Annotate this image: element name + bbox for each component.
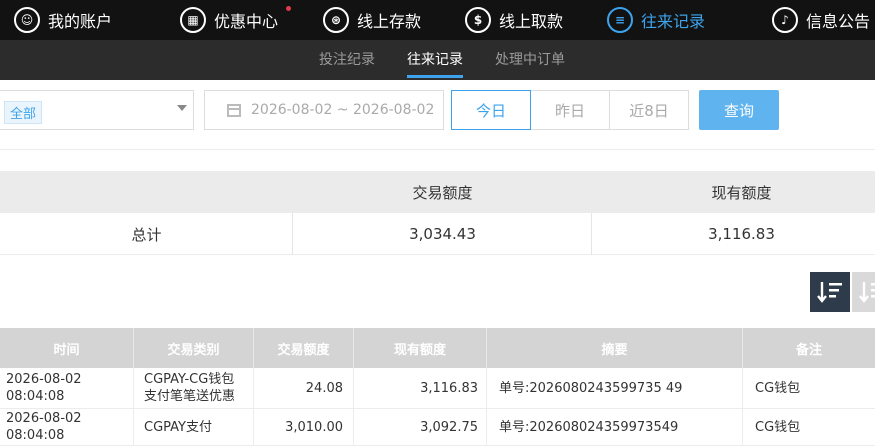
calendar-icon	[227, 103, 241, 117]
date-range-text: 2026-08-02 ~ 2026-08-02	[251, 102, 435, 118]
selected-type-tag: 全部	[4, 101, 43, 124]
cell-note: CG钱包	[755, 380, 801, 396]
nav-label: 优惠中心	[214, 12, 279, 31]
tab-bet-records[interactable]: 投注纪录	[319, 40, 375, 80]
range-yesterday-button[interactable]: 昨日	[530, 90, 610, 130]
col-note: 备注	[795, 342, 822, 358]
cell-summary: 单号:202608024359973549	[487, 409, 743, 445]
nav-promotions[interactable]: ▦ 优惠中心	[180, 0, 278, 40]
nav-deposit[interactable]: ⊛ 线上存款	[323, 0, 421, 40]
records-icon: ≡	[607, 7, 633, 33]
summary-row: 总计 3,034.43 3,116.83	[0, 213, 875, 255]
chevron-down-icon	[177, 105, 187, 111]
sort-desc-button[interactable]	[810, 272, 850, 312]
notification-dot	[286, 6, 291, 11]
bell-icon: ♪	[772, 7, 798, 33]
nav-announcements[interactable]: ♪ 信息公告	[772, 0, 870, 40]
summary-total-balance: 3,116.83	[708, 225, 775, 243]
cell-note: CG钱包	[755, 419, 801, 435]
col-type: 交易类别	[134, 328, 254, 368]
nav-withdraw[interactable]: $ 线上取款	[465, 0, 563, 40]
table-row: 2026-08-02 08:04:08 CGPAY-CG钱包支付笔笔送优惠 24…	[0, 368, 875, 409]
nav-label: 线上取款	[499, 12, 564, 31]
gift-icon: ▦	[180, 7, 206, 33]
col-amount: 交易额度	[254, 328, 354, 368]
sort-asc-button[interactable]	[852, 272, 875, 312]
cell-time: 2026-08-02 08:04:08	[0, 368, 134, 408]
summary-header: 交易额度 现有额度	[0, 171, 875, 213]
top-nav: ☺ 我的账户 ▦ 优惠中心 ⊛ 线上存款 $ 线上取款 ≡ 往来记录 ♪ 信息公…	[0, 0, 875, 40]
summary-total-label: 总计	[131, 225, 162, 244]
withdraw-icon: $	[465, 7, 491, 33]
nav-records[interactable]: ≡ 往来记录	[607, 0, 705, 40]
sort-ascending-icon	[859, 282, 875, 303]
nav-label: 我的账户	[48, 12, 113, 31]
type-select[interactable]: 全部	[0, 90, 194, 130]
range-today-button[interactable]: 今日	[451, 90, 531, 130]
summary-total-transaction: 3,034.43	[409, 225, 476, 243]
cell-type: CGPAY-CG钱包支付笔笔送优惠	[134, 368, 254, 408]
summary-header-balance: 现有额度	[711, 183, 772, 202]
divider	[0, 149, 875, 150]
col-time: 时间	[0, 328, 134, 368]
range-8days-button[interactable]: 近8日	[609, 90, 689, 130]
sort-descending-icon	[817, 282, 842, 303]
records-table-header: 时间 交易类别 交易额度 现有额度 摘要 备注	[0, 328, 875, 368]
cell-amount: 3,010.00	[254, 409, 354, 445]
col-balance: 现有额度	[354, 328, 487, 368]
nav-label: 往来记录	[641, 12, 706, 31]
deposit-icon: ⊛	[323, 7, 349, 33]
nav-label: 线上存款	[357, 12, 422, 31]
cell-time: 2026-08-02 08:04:08	[0, 409, 134, 445]
cell-balance: 3,116.83	[354, 368, 487, 408]
cell-balance: 3,092.75	[354, 409, 487, 445]
table-row: 2026-08-02 08:04:08 CGPAY支付 3,010.00 3,0…	[0, 409, 875, 446]
date-range-picker[interactable]: 2026-08-02 ~ 2026-08-02	[204, 90, 444, 130]
nav-my-account[interactable]: ☺ 我的账户	[14, 0, 112, 40]
tab-transaction-records[interactable]: 往来记录	[407, 40, 463, 80]
cell-amount: 24.08	[254, 368, 354, 408]
cell-type: CGPAY支付	[134, 409, 254, 445]
user-icon: ☺	[14, 7, 40, 33]
nav-label: 信息公告	[806, 12, 871, 31]
sub-nav: 投注纪录 往来记录 处理中订单	[0, 40, 875, 80]
summary-header-transaction: 交易额度	[412, 183, 473, 202]
col-summary: 摘要	[487, 328, 743, 368]
tab-pending-orders[interactable]: 处理中订单	[495, 40, 565, 80]
query-button[interactable]: 查询	[699, 90, 779, 130]
cell-summary: 单号:2026080243599735 49	[487, 368, 743, 408]
